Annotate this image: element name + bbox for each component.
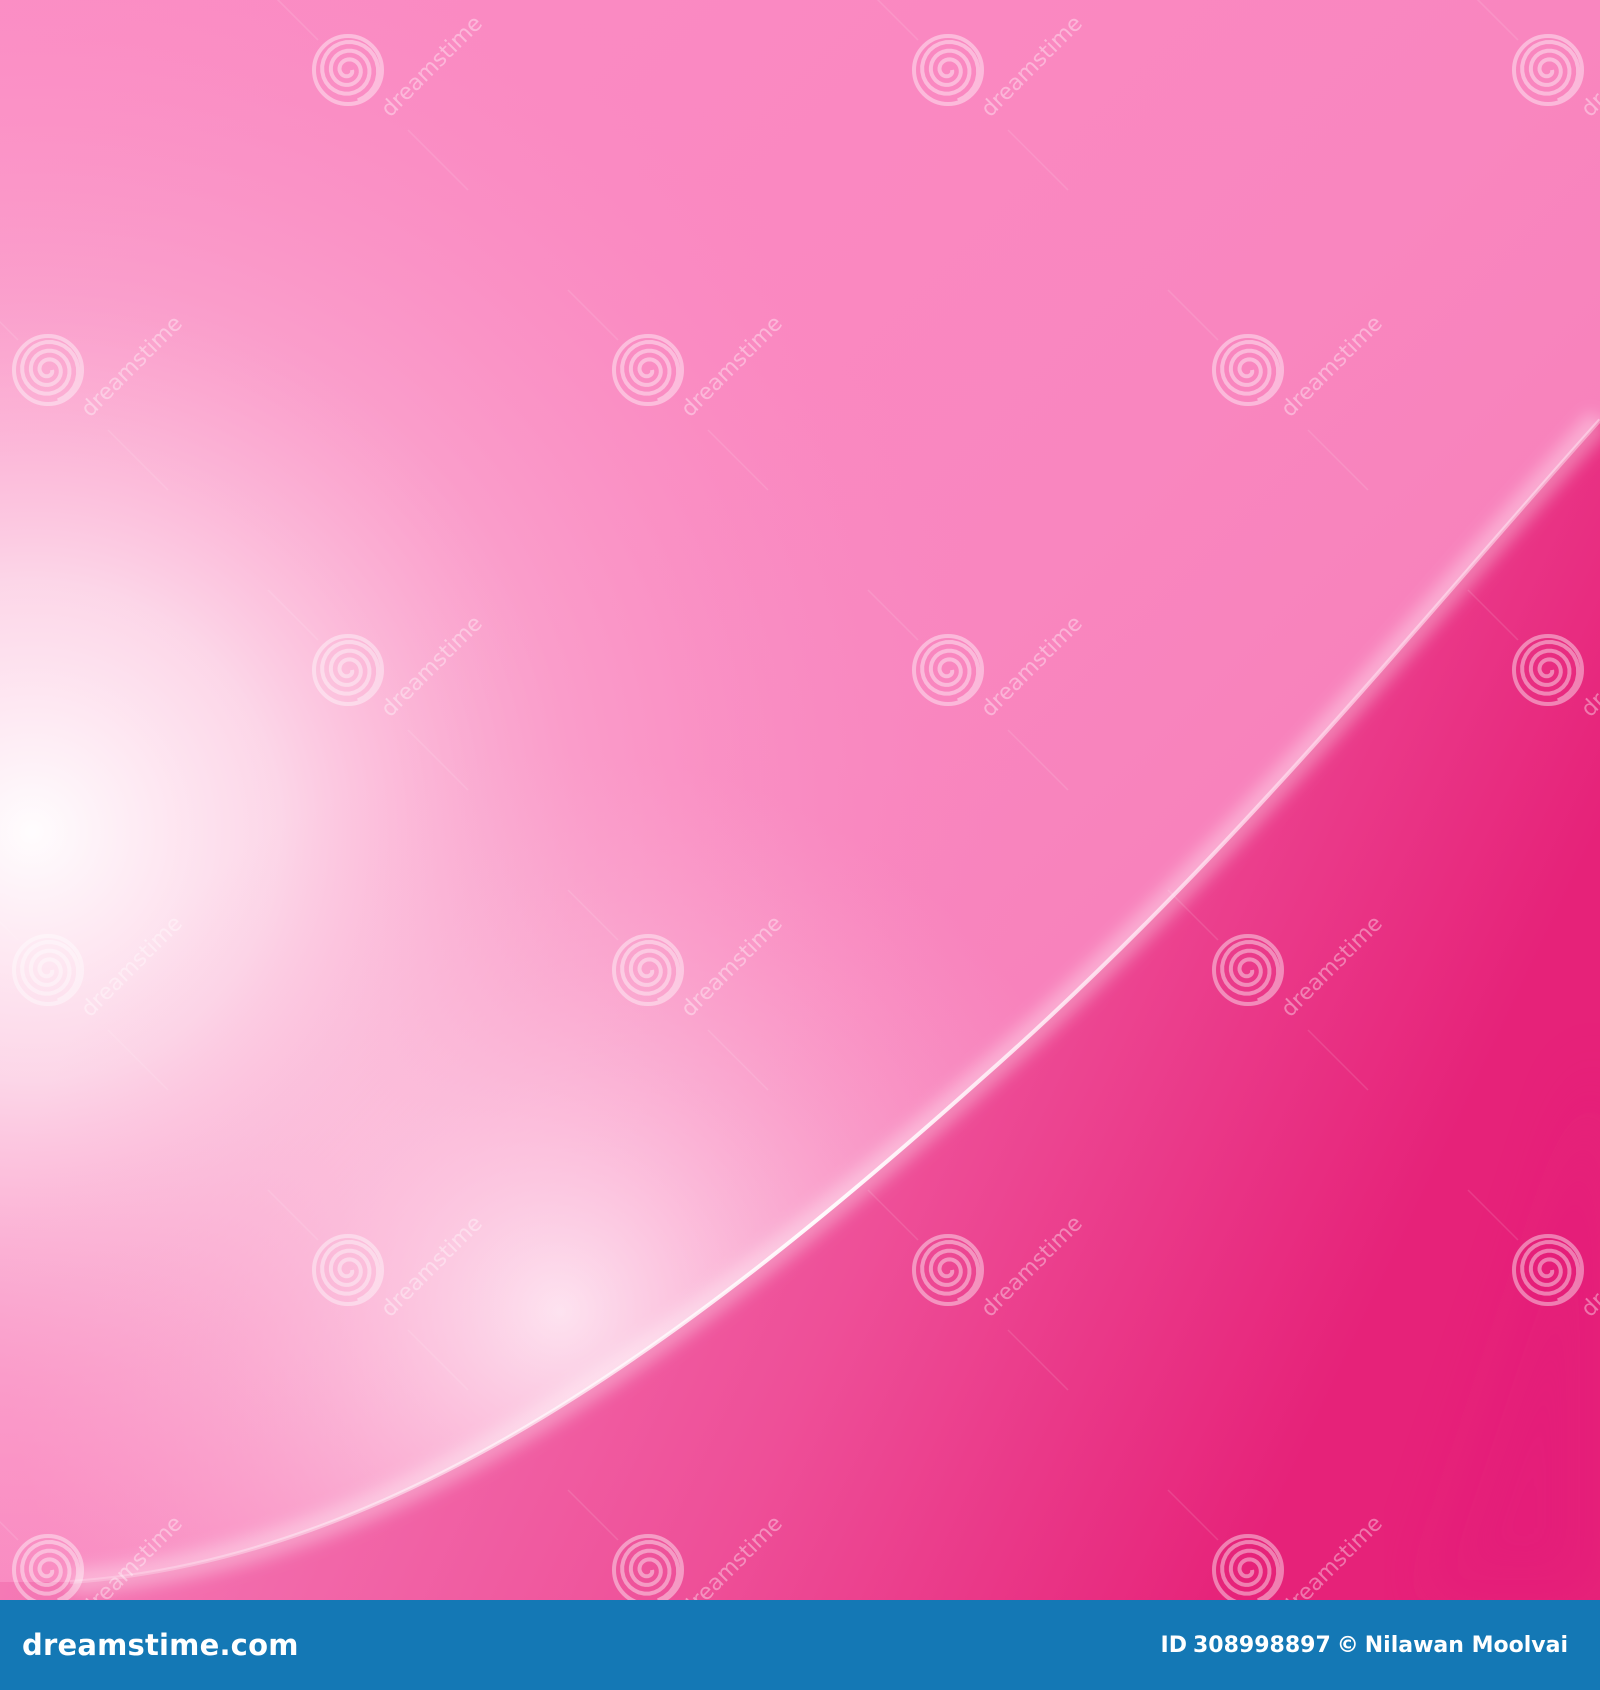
pink-gradient-artwork bbox=[0, 0, 1600, 1600]
gradient-canvas bbox=[0, 0, 1600, 1600]
footer-brand[interactable]: dreamstime.com bbox=[22, 1628, 299, 1662]
image-credit: ID 308998897 © Nilawan Moolvai bbox=[1161, 1633, 1568, 1658]
image-id-label: ID bbox=[1160, 1632, 1187, 1658]
author-name: Nilawan Moolvai bbox=[1364, 1632, 1568, 1658]
copyright-symbol: © bbox=[1336, 1632, 1359, 1658]
footer-bar: dreamstime.com ID 308998897 © Nilawan Mo… bbox=[0, 1600, 1600, 1690]
image-id-value: 308998897 bbox=[1192, 1632, 1331, 1658]
stock-image-page: dreamstime dreamstime dreamstime dreamstime… bbox=[0, 0, 1600, 1690]
